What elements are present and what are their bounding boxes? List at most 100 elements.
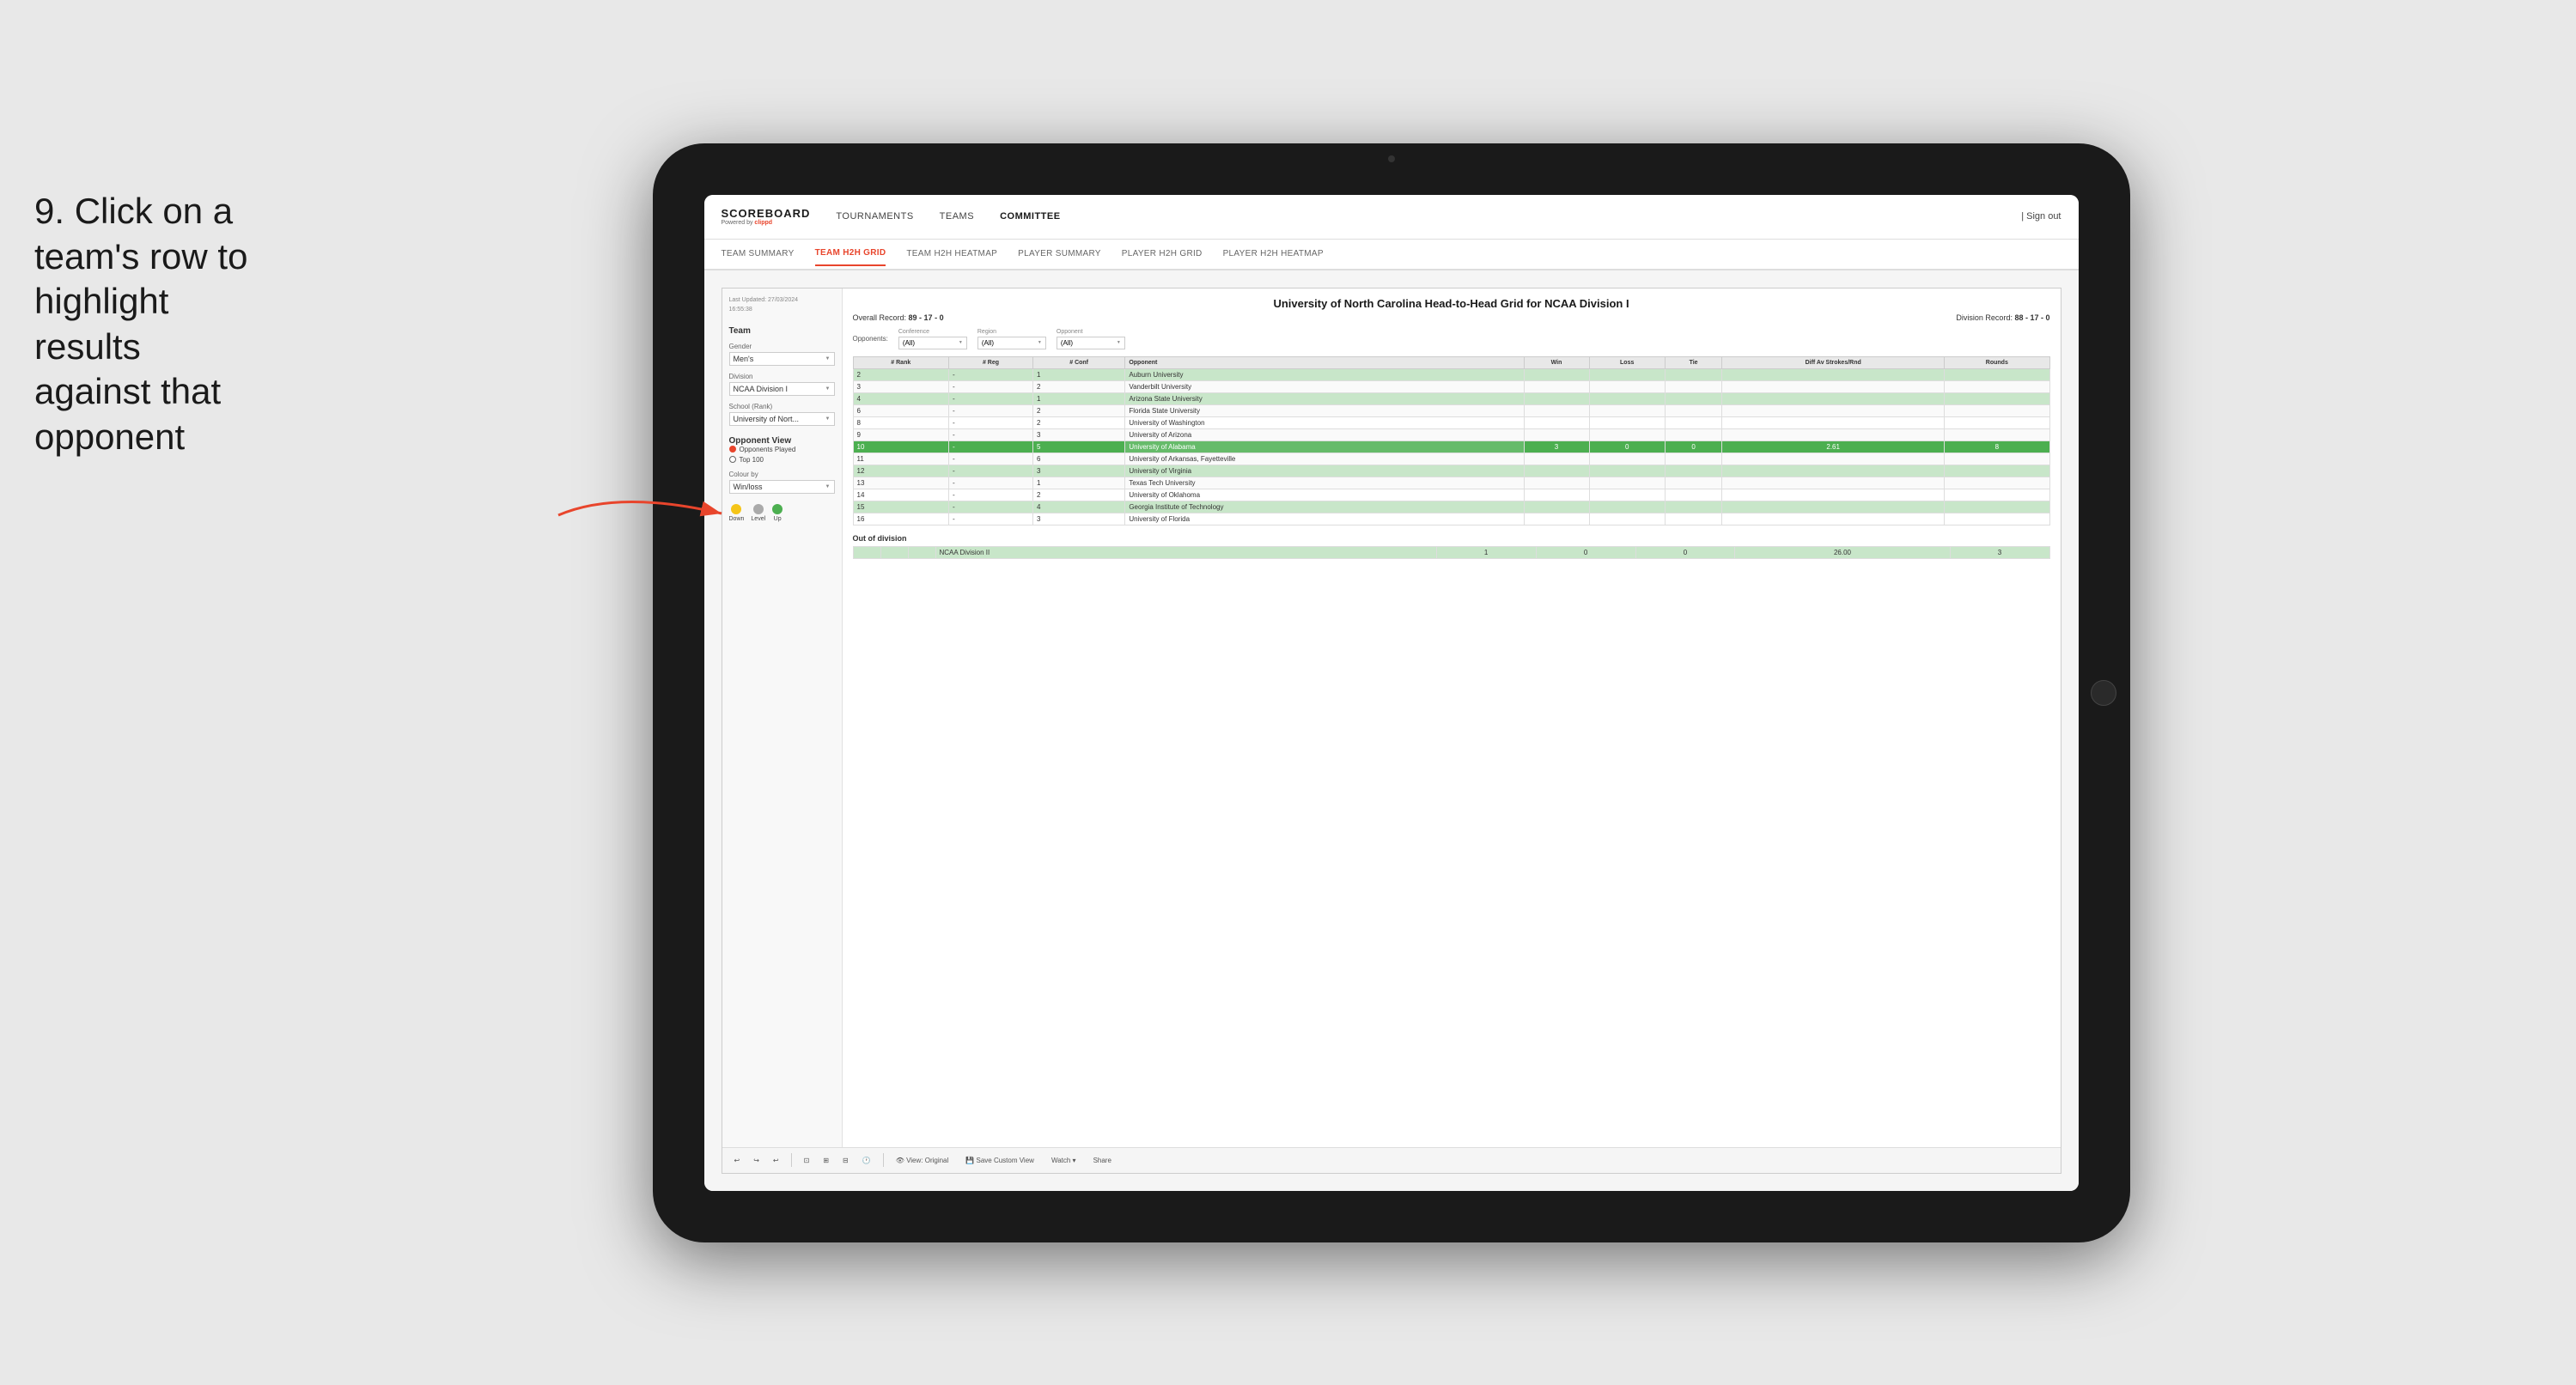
table-row[interactable]: 4-1 Arizona State University [853,392,2049,404]
tablet-home-button[interactable] [2091,680,2116,706]
col-reg: # Reg [949,356,1033,368]
table-row[interactable]: 14-2 University of Oklahoma [853,489,2049,501]
division-record: Division Record: 88 - 17 - 0 [1956,313,2049,322]
h2h-grid-table: # Rank # Reg # Conf Opponent Win Loss Ti… [853,356,2050,525]
radio-opponents-played[interactable]: Opponents Played [729,446,835,453]
region-filter-select[interactable]: (All) [977,337,1046,349]
radio-dot-opponents [729,446,736,453]
table-header-row: # Rank # Reg # Conf Opponent Win Loss Ti… [853,356,2049,368]
col-tie: Tie [1665,356,1721,368]
col-loss: Loss [1589,356,1665,368]
back-button[interactable]: ↩ [768,1155,784,1166]
save-icon: 💾 [965,1157,974,1164]
col-win: Win [1524,356,1589,368]
sub-nav-player-h2h-grid[interactable]: PLAYER H2H GRID [1122,242,1203,265]
grid-content-area: University of North Carolina Head-to-Hea… [843,289,2061,1147]
table-row[interactable]: 8-2 University of Washington [853,416,2049,428]
col-opponent: Opponent [1125,356,1524,368]
sub-navigation: TEAM SUMMARY TEAM H2H GRID TEAM H2H HEAT… [704,240,2079,270]
tool-2[interactable]: ⊞ [818,1155,834,1166]
out-of-division-table: NCAA Division II 1 0 0 26.00 3 [853,546,2050,559]
table-row[interactable]: 15-4 Georgia Institute of Technology [853,501,2049,513]
nav-committee[interactable]: COMMITTEE [1000,208,1061,225]
instruction-text: 9. Click on a team's row to highlight re… [34,189,258,459]
toolbar-undo-group: ↩ ↪ ↩ [729,1155,784,1166]
sub-nav-team-summary[interactable]: TEAM SUMMARY [722,242,795,265]
table-row[interactable]: 6-2 Florida State University [853,404,2049,416]
step-number: 9. [34,191,64,231]
opponent-filter-group: Opponent (All) [1057,329,1125,349]
opponent-view-section: Opponent View Opponents Played Top 100 [729,433,835,464]
division-select[interactable]: NCAA Division I [729,382,835,396]
tablet-camera [1388,155,1395,162]
tool-3[interactable]: ⊟ [837,1155,854,1166]
tableau-body: Last Updated: 27/03/2024 16:55:38 Team G… [722,289,2061,1147]
region-filter-group: Region (All) [977,329,1046,349]
save-custom-view-button[interactable]: 💾 Save Custom View [960,1155,1039,1166]
main-content: Last Updated: 27/03/2024 16:55:38 Team G… [704,270,2079,1191]
sign-out-link[interactable]: | Sign out [2021,211,2061,222]
colour-dot-down [731,504,741,514]
toolbar-sep-2 [883,1153,884,1167]
table-row-alabama[interactable]: 10-5 University of Alabama 3 0 0 2.61 8 [853,440,2049,453]
table-row[interactable]: 9-3 University of Arizona [853,428,2049,440]
radio-top-100[interactable]: Top 100 [729,456,835,464]
tableau-wrapper: Last Updated: 27/03/2024 16:55:38 Team G… [722,288,2061,1174]
watch-button[interactable]: Watch ▾ [1046,1155,1081,1166]
colour-up: Up [772,504,783,522]
opponent-view-radios: Opponents Played Top 100 [729,446,835,464]
logo-area: SCOREBOARD Powered by clippd [722,207,811,226]
colour-level: Level [751,504,765,522]
tablet-device: SCOREBOARD Powered by clippd TOURNAMENTS… [653,143,2130,1242]
share-button[interactable]: Share [1088,1155,1117,1166]
tablet-screen: SCOREBOARD Powered by clippd TOURNAMENTS… [704,195,2079,1191]
logo-text: SCOREBOARD [722,207,811,220]
school-select[interactable]: University of Nort... [729,412,835,426]
toolbar-tools: ⊡ ⊞ ⊟ 🕐 [799,1155,876,1166]
top-navigation: SCOREBOARD Powered by clippd TOURNAMENTS… [704,195,2079,240]
nav-teams[interactable]: TEAMS [940,208,974,225]
last-updated: Last Updated: 27/03/2024 16:55:38 [729,297,835,316]
gender-filter: Gender Men's [729,343,835,366]
team-section-title: Team [729,326,835,336]
tableau-toolbar: ↩ ↪ ↩ ⊡ ⊞ ⊟ 🕐 👁 View: Original [722,1147,2061,1173]
opponent-filter-select[interactable]: (All) [1057,337,1125,349]
view-original-button[interactable]: 👁 View: Original [891,1155,954,1166]
sub-nav-team-h2h-grid[interactable]: TEAM H2H GRID [815,241,886,266]
sub-nav-player-h2h-heatmap[interactable]: PLAYER H2H HEATMAP [1223,242,1324,265]
table-row[interactable]: 13-1 Texas Tech University [853,477,2049,489]
out-of-division-section: Out of division NCAA Division II 1 [853,534,2050,559]
colour-legend: Down Level Up [729,504,835,522]
conference-filter-group: Conference (All) [898,329,967,349]
col-rank: # Rank [853,356,949,368]
table-row[interactable]: 11-6 University of Arkansas, Fayettevill… [853,453,2049,465]
col-rounds: Rounds [1945,356,2049,368]
view-icon: 👁 [896,1157,904,1164]
colour-dot-up [772,504,783,514]
colour-by-section: Colour by Win/loss [729,471,835,494]
table-row[interactable]: 16-3 University of Florida [853,513,2049,525]
table-row[interactable]: 12-3 University of Virginia [853,465,2049,477]
sub-nav-team-h2h-heatmap[interactable]: TEAM H2H HEATMAP [906,242,997,265]
toolbar-sep-1 [791,1153,792,1167]
col-conf: # Conf [1032,356,1124,368]
col-diff: Diff Av Strokes/Rnd [1722,356,1945,368]
clock-button[interactable]: 🕐 [857,1155,876,1166]
filter-sidebar: Last Updated: 27/03/2024 16:55:38 Team G… [722,289,843,1147]
grid-title: University of North Carolina Head-to-Hea… [853,297,2050,310]
table-row[interactable]: 2-1 Auburn University [853,368,2049,380]
division-filter: Division NCAA Division I [729,373,835,396]
gender-select[interactable]: Men's [729,352,835,366]
undo-button[interactable]: ↩ [729,1155,746,1166]
colour-by-select[interactable]: Win/loss [729,480,835,494]
table-row[interactable]: 3-2 Vanderbilt University [853,380,2049,392]
nav-tournaments[interactable]: TOURNAMENTS [836,208,913,225]
overall-record: Overall Record: 89 - 17 - 0 [853,313,944,322]
sub-nav-player-summary[interactable]: PLAYER SUMMARY [1018,242,1101,265]
grid-records: Overall Record: 89 - 17 - 0 Division Rec… [853,313,2050,322]
conference-filter-select[interactable]: (All) [898,337,967,349]
redo-button[interactable]: ↪ [748,1155,764,1166]
filters-row: Opponents: Conference (All) Region ( [853,329,2050,349]
table-row-ood[interactable]: NCAA Division II 1 0 0 26.00 3 [853,546,2049,558]
tool-1[interactable]: ⊡ [799,1155,815,1166]
